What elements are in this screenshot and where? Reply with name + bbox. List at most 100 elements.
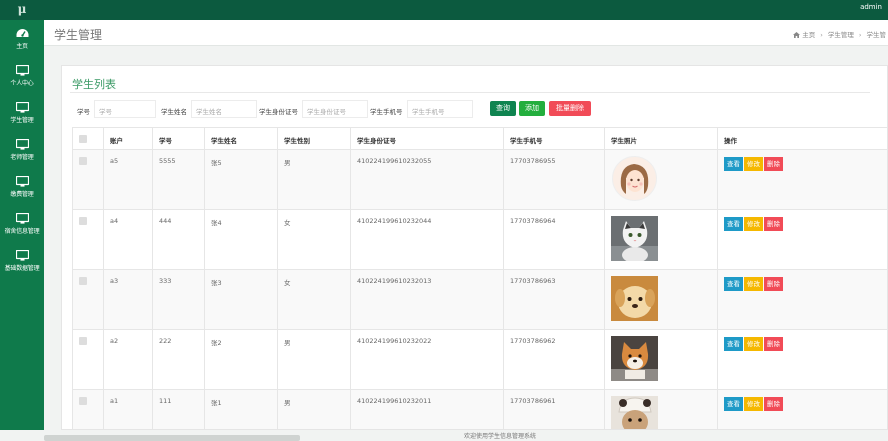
photo-cell — [604, 269, 718, 330]
page-header: 学生管理 主页 › 学生管理 › 学生管 — [44, 20, 888, 46]
actions-cell: 查看 修改 删除 — [717, 389, 887, 429]
dog-in-hat-photo[interactable] — [611, 396, 658, 430]
table-row: a4 444 张4 女 410224199610232044 177037869… — [72, 209, 887, 270]
row-checkbox[interactable] — [79, 337, 87, 345]
actions-cell: 查看 修改 删除 — [717, 329, 887, 390]
shiba-dog-photo[interactable] — [611, 336, 658, 381]
phone-cell: 17703786955 — [503, 149, 605, 210]
account-cell: a2 — [103, 329, 153, 390]
breadcrumb-home[interactable]: 主页 — [802, 31, 815, 39]
sidebar-item-label: 缴费管理 — [10, 191, 34, 198]
name-cell: 张1 — [204, 389, 278, 429]
sidebar-item-label: 个人中心 — [10, 80, 34, 87]
gender-cell: 男 — [277, 329, 351, 390]
row-select-cell[interactable] — [72, 329, 104, 390]
sidebar-item-basic-data[interactable]: 基础数据管理 — [0, 246, 44, 280]
student-list-panel: 学生列表 学号 学号 学生姓名 学生姓名 学生身份证号 学生身份证号 学生手机号… — [61, 65, 888, 430]
row-checkbox[interactable] — [79, 157, 87, 165]
add-button[interactable]: 添加 — [519, 101, 545, 116]
sidebar-item-dorms[interactable]: 宿舍信息管理 — [0, 209, 44, 243]
search-label-idcard: 学生身份证号 — [259, 108, 298, 116]
account-cell: a1 — [103, 389, 153, 429]
select-all-cell[interactable] — [72, 127, 104, 150]
column-header: 学生身份证号 — [350, 127, 504, 150]
edit-button[interactable]: 修改 — [744, 397, 763, 411]
gender-cell: 女 — [277, 209, 351, 270]
dashboard-icon — [16, 29, 28, 37]
search-label-phone: 学生手机号 — [370, 108, 403, 116]
name-cell: 张4 — [204, 209, 278, 270]
breadcrumb-current: 学生管 — [866, 31, 887, 39]
phone-cell: 17703786964 — [503, 209, 605, 270]
monitor-icon — [15, 102, 29, 113]
edit-button[interactable]: 修改 — [744, 277, 763, 291]
sidebar-item-home[interactable]: 主页 — [0, 24, 44, 58]
phone-cell: 17703786961 — [503, 389, 605, 429]
sidebar-item-label: 基础数据管理 — [4, 265, 40, 272]
column-header: 学生性别 — [277, 127, 351, 150]
actions-cell: 查看 修改 删除 — [717, 269, 887, 330]
student-id-cell: 222 — [152, 329, 205, 390]
search-input-phone[interactable]: 学生手机号 — [407, 100, 473, 118]
girl-avatar-photo[interactable] — [611, 156, 658, 201]
name-cell: 张5 — [204, 149, 278, 210]
sidebar-item-students[interactable]: 学生管理 — [0, 98, 44, 132]
sidebar-item-label: 主页 — [16, 43, 28, 50]
column-header: 学生手机号 — [503, 127, 605, 150]
column-header: 账户 — [103, 127, 153, 150]
page-title: 学生管理 — [54, 28, 103, 42]
search-input-idcard[interactable]: 学生身份证号 — [302, 100, 368, 118]
batch-delete-button[interactable]: 批量删除 — [549, 101, 591, 116]
edit-button[interactable]: 修改 — [744, 217, 763, 231]
app-logo[interactable]: μ — [0, 0, 44, 20]
view-button[interactable]: 查看 — [724, 157, 743, 171]
user-name[interactable]: admin — [860, 3, 882, 11]
idcard-cell: 410224199610232044 — [350, 209, 504, 270]
view-button[interactable]: 查看 — [724, 277, 743, 291]
row-select-cell[interactable] — [72, 149, 104, 210]
row-select-cell[interactable] — [72, 209, 104, 270]
account-cell: a4 — [103, 209, 153, 270]
table-row: a3 333 张3 女 410224199610232013 177037869… — [72, 269, 887, 330]
horizontal-scrollbar[interactable] — [44, 435, 300, 441]
sidebar: 主页 个人中心 学生管理 老师管理 缴费管理 宿舍信息管理 基础数据管理 — [0, 20, 44, 441]
row-checkbox[interactable] — [79, 277, 87, 285]
sidebar-item-teachers[interactable]: 老师管理 — [0, 135, 44, 169]
delete-button[interactable]: 删除 — [764, 157, 783, 171]
divider — [70, 92, 870, 93]
panel-title: 学生列表 — [72, 78, 116, 91]
edit-button[interactable]: 修改 — [744, 337, 763, 351]
monitor-icon — [15, 176, 29, 187]
table-row: a2 222 张2 男 410224199610232022 177037869… — [72, 329, 887, 390]
sidebar-item-fees[interactable]: 缴费管理 — [0, 172, 44, 206]
table-row: a5 5555 张5 男 410224199610232055 17703786… — [72, 149, 887, 210]
search-input-name[interactable]: 学生姓名 — [191, 100, 257, 118]
edit-button[interactable]: 修改 — [744, 157, 763, 171]
search-button[interactable]: 查询 — [490, 101, 516, 116]
select-all-checkbox[interactable] — [79, 135, 87, 143]
breadcrumb-section[interactable]: 学生管理 — [828, 31, 854, 39]
view-button[interactable]: 查看 — [724, 217, 743, 231]
view-button[interactable]: 查看 — [724, 337, 743, 351]
delete-button[interactable]: 删除 — [764, 277, 783, 291]
row-checkbox[interactable] — [79, 397, 87, 405]
puppy-photo[interactable] — [611, 276, 658, 321]
monitor-icon — [15, 65, 29, 76]
row-select-cell[interactable] — [72, 389, 104, 429]
delete-button[interactable]: 删除 — [764, 397, 783, 411]
name-cell: 张2 — [204, 329, 278, 390]
view-button[interactable]: 查看 — [724, 397, 743, 411]
sidebar-item-label: 老师管理 — [10, 154, 34, 161]
sidebar-item-profile[interactable]: 个人中心 — [0, 61, 44, 95]
search-input-id[interactable]: 学号 — [94, 100, 156, 118]
photo-cell — [604, 389, 718, 430]
row-checkbox[interactable] — [79, 217, 87, 225]
delete-button[interactable]: 删除 — [764, 217, 783, 231]
monitor-icon — [15, 139, 29, 150]
row-select-cell[interactable] — [72, 269, 104, 330]
delete-button[interactable]: 删除 — [764, 337, 783, 351]
student-table: 账户 学号 学生姓名 学生性别 学生身份证号 学生手机号 学生照片 操作 a5 … — [72, 127, 887, 430]
column-header: 操作 — [717, 127, 887, 150]
column-header: 学号 — [152, 127, 205, 150]
cat-photo[interactable] — [611, 216, 658, 261]
